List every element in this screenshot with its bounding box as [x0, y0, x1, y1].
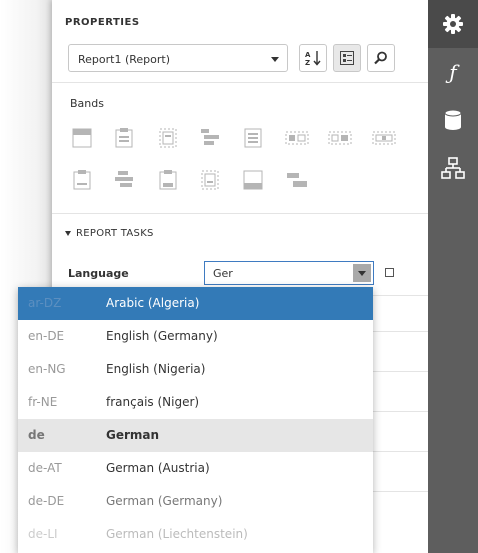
detail-band-icon[interactable]	[199, 127, 221, 149]
vertical-details-band-icon[interactable]	[328, 127, 352, 149]
language-label: Language	[68, 267, 129, 280]
culture-name: German (Germany)	[106, 494, 223, 508]
divider	[52, 213, 428, 214]
vertical-total-band-icon[interactable]	[372, 127, 396, 149]
top-margin-band-icon[interactable]	[285, 169, 307, 191]
sort-az-icon: A Z	[305, 51, 321, 67]
properties-title: PROPERTIES	[65, 17, 140, 28]
collapse-triangle-icon[interactable]	[65, 231, 71, 236]
culture-code: ar-DZ	[28, 296, 62, 310]
chevron-down-icon	[358, 271, 366, 276]
database-icon	[444, 109, 462, 130]
divider	[52, 82, 428, 83]
dropdown-item[interactable]: de-DE German (Germany)	[18, 485, 373, 518]
row-divider	[373, 371, 428, 372]
component-selector-value: Report1 (Report)	[78, 53, 171, 66]
dropdown-item[interactable]: de German	[18, 419, 373, 452]
culture-name: Arabic (Algeria)	[106, 296, 200, 310]
culture-name: German	[106, 428, 160, 442]
svg-text:A: A	[305, 51, 311, 59]
bottom-margin-band-icon[interactable]	[242, 169, 264, 191]
categorized-icon	[340, 51, 354, 65]
field-list-tab[interactable]	[428, 96, 478, 144]
culture-code: de	[28, 428, 45, 442]
culture-code: fr-NE	[28, 395, 58, 409]
report-footer-band-icon[interactable]	[157, 169, 179, 191]
dropdown-item[interactable]: en-DE English (Germany)	[18, 320, 373, 353]
row-divider	[373, 295, 428, 296]
culture-name: English (Nigeria)	[106, 362, 206, 376]
page-header-band-icon[interactable]	[71, 127, 93, 149]
sub-band-icon[interactable]	[71, 169, 93, 191]
culture-code: en-NG	[28, 362, 66, 376]
language-input[interactable]: Ger	[204, 261, 374, 285]
page-footer-band-icon[interactable]	[199, 169, 221, 191]
chevron-down-icon	[271, 57, 279, 62]
detail-report-band-icon[interactable]	[242, 127, 264, 149]
row-divider	[373, 411, 428, 412]
group-header-band-icon[interactable]	[157, 127, 179, 149]
bands-label: Bands	[70, 97, 104, 110]
language-dropdown-button[interactable]	[353, 264, 371, 282]
dropdown-item[interactable]: de-AT German (Austria)	[18, 452, 373, 485]
hierarchy-icon	[441, 157, 465, 179]
search-icon	[374, 51, 387, 65]
function-icon: ƒ	[449, 60, 457, 84]
row-divider	[373, 491, 428, 492]
culture-name: German (Liechtenstein)	[106, 527, 248, 541]
language-dropdown-list: ar-DZ Arabic (Algeria) en-DE English (Ge…	[18, 287, 373, 553]
report-tasks-header[interactable]: REPORT TASKS	[76, 228, 154, 239]
vertical-header-band-icon[interactable]	[285, 127, 309, 149]
row-divider	[373, 331, 428, 332]
culture-name: German (Austria)	[106, 461, 210, 475]
report-explorer-tab[interactable]	[428, 144, 478, 192]
expressions-tab[interactable]: ƒ	[428, 48, 478, 96]
gear-icon	[443, 14, 463, 34]
group-footer-band-icon[interactable]	[113, 169, 135, 191]
culture-name: français (Niger)	[106, 395, 200, 409]
dropdown-item[interactable]: fr-NE français (Niger)	[18, 386, 373, 419]
culture-name: English (Germany)	[106, 329, 218, 343]
culture-code: de-AT	[28, 461, 62, 475]
dropdown-item[interactable]: de-LI German (Liechtenstein)	[18, 518, 373, 551]
language-checkbox[interactable]	[385, 268, 394, 277]
search-button[interactable]	[367, 44, 395, 72]
report-header-band-icon[interactable]	[113, 127, 135, 149]
culture-code: en-DE	[28, 329, 65, 343]
dropdown-item[interactable]: en-NG English (Nigeria)	[18, 353, 373, 386]
language-input-value: Ger	[213, 267, 233, 280]
culture-code: de-DE	[28, 494, 65, 508]
row-divider	[373, 451, 428, 452]
dropdown-item[interactable]: ar-DZ Arabic (Algeria)	[18, 287, 373, 320]
culture-code: de-LI	[28, 527, 58, 541]
sort-alphabetically-button[interactable]: A Z	[299, 44, 327, 72]
group-by-category-button[interactable]	[333, 44, 361, 72]
properties-tab[interactable]	[428, 0, 478, 48]
component-selector[interactable]: Report1 (Report)	[68, 44, 288, 72]
right-toolbar: ƒ	[428, 0, 478, 553]
svg-text:Z: Z	[305, 59, 310, 67]
